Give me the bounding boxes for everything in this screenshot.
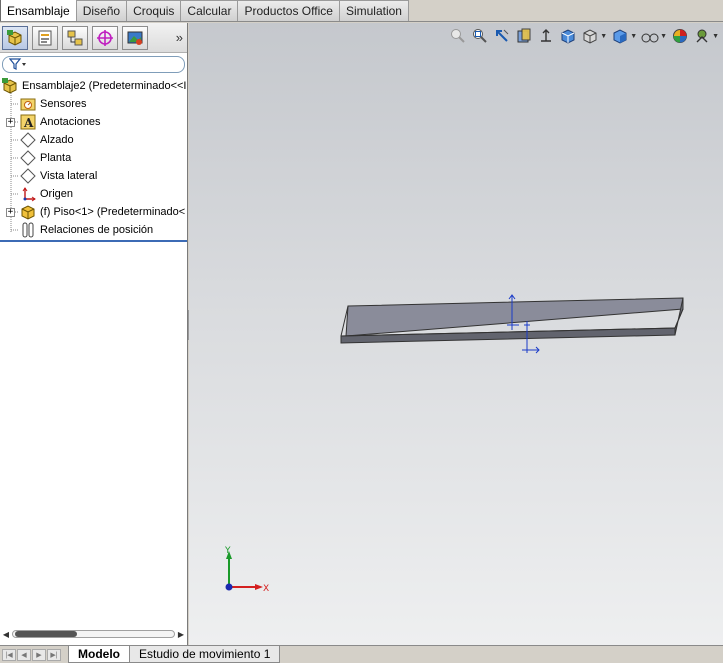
command-manager-tabs: Ensamblaje Diseño Croquis Calcular Produ… bbox=[0, 0, 723, 22]
tree-item-vista-lateral[interactable]: Vista lateral bbox=[0, 167, 187, 185]
scroll-right-icon[interactable]: ▶ bbox=[175, 630, 187, 639]
feature-tree-icon bbox=[7, 29, 22, 46]
tree-item-alzado[interactable]: Alzado bbox=[0, 131, 187, 149]
feature-manager-toolbar: » bbox=[0, 23, 187, 53]
tree-rollback-bar[interactable] bbox=[0, 240, 187, 242]
tree-filter-input[interactable] bbox=[2, 55, 185, 73]
tree-item-label: Vista lateral bbox=[40, 170, 98, 182]
reference-triad: Y X bbox=[224, 546, 269, 594]
dimxpert-icon bbox=[97, 29, 113, 46]
tab-modelo[interactable]: Modelo bbox=[68, 646, 130, 663]
scrollbar-thumb[interactable] bbox=[15, 631, 77, 637]
property-manager-tab[interactable] bbox=[32, 25, 58, 50]
assembly-icon bbox=[2, 78, 18, 94]
dimxpert-manager-tab[interactable] bbox=[92, 25, 118, 50]
scroll-left-icon[interactable]: ◀ bbox=[0, 630, 12, 639]
mates-icon bbox=[20, 222, 36, 238]
tree-item-ensamblaje2[interactable]: Ensamblaje2 (Predeterminado<<I bbox=[0, 77, 187, 95]
graphics-area[interactable]: ▼ ▼ ▼ ▼ Y X bbox=[189, 23, 723, 645]
tab-navigation: |◀ ◀ ▶ ▶| bbox=[0, 646, 68, 663]
tree-item-label: Planta bbox=[40, 152, 72, 164]
first-tab-icon[interactable]: |◀ bbox=[2, 648, 16, 661]
tab-croquis[interactable]: Croquis bbox=[126, 0, 182, 21]
tab-ensamblaje[interactable]: Ensamblaje bbox=[0, 0, 77, 21]
expand-icon[interactable]: + bbox=[6, 117, 15, 127]
feature-tree-tab[interactable] bbox=[2, 25, 28, 50]
feature-tree: Ensamblaje2 (Predeterminado<<I Sensores … bbox=[0, 75, 187, 242]
filter-row bbox=[0, 53, 187, 75]
annotations-icon: A bbox=[20, 114, 36, 130]
tree-item-label: Sensores bbox=[40, 98, 87, 110]
tree-item-label: Ensamblaje2 (Predeterminado<<I bbox=[22, 80, 187, 92]
triad-y-label: Y bbox=[224, 546, 231, 556]
tab-diseno[interactable]: Diseño bbox=[75, 0, 128, 21]
tab-simulation[interactable]: Simulation bbox=[338, 0, 409, 21]
next-tab-icon[interactable]: ▶ bbox=[32, 648, 46, 661]
more-tabs-icon[interactable]: » bbox=[176, 30, 183, 45]
plane-icon bbox=[20, 168, 36, 184]
last-tab-icon[interactable]: ▶| bbox=[47, 648, 61, 661]
tree-item-label: Relaciones de posición bbox=[40, 224, 154, 236]
tree-item-label: (f) Piso<1> (Predeterminado< bbox=[40, 206, 186, 218]
display-manager-icon bbox=[127, 31, 143, 45]
filter-icon[interactable] bbox=[9, 58, 27, 70]
tree-item-label: Origen bbox=[40, 188, 74, 200]
tab-productos-office[interactable]: Productos Office bbox=[237, 0, 340, 21]
tree-item-sensores[interactable]: Sensores bbox=[0, 95, 187, 113]
bottom-tab-bar: |◀ ◀ ▶ ▶| Modelo Estudio de movimiento 1 bbox=[0, 645, 723, 663]
tree-item-planta[interactable]: Planta bbox=[0, 149, 187, 167]
configuration-manager-icon bbox=[67, 30, 83, 45]
origin-icon bbox=[20, 186, 36, 202]
tree-item-label: Anotaciones bbox=[40, 116, 101, 128]
feature-manager-panel: » Ensamblaje2 (Predeterminado<<I Sensore… bbox=[0, 23, 188, 645]
prev-tab-icon[interactable]: ◀ bbox=[17, 648, 31, 661]
triad-x-label: X bbox=[263, 584, 269, 594]
part-icon bbox=[20, 204, 36, 220]
tree-item-piso[interactable]: + (f) Piso<1> (Predeterminado< bbox=[0, 203, 187, 221]
plane-icon bbox=[20, 150, 36, 166]
tree-item-origen[interactable]: Origen bbox=[0, 185, 187, 203]
configuration-manager-tab[interactable] bbox=[62, 25, 88, 50]
svg-text:A: A bbox=[23, 116, 34, 130]
plane-icon bbox=[20, 132, 36, 148]
scrollbar-track[interactable] bbox=[12, 630, 175, 638]
tab-calcular[interactable]: Calcular bbox=[180, 0, 239, 21]
tree-item-anotaciones[interactable]: + A Anotaciones bbox=[0, 113, 187, 131]
tab-estudio-de-movimiento[interactable]: Estudio de movimiento 1 bbox=[129, 646, 281, 663]
display-manager-tab[interactable] bbox=[122, 25, 148, 50]
expand-icon[interactable]: + bbox=[6, 207, 15, 217]
tree-item-label: Alzado bbox=[40, 134, 74, 146]
sensor-folder-icon bbox=[20, 96, 36, 112]
tree-item-relaciones-de-posicion[interactable]: Relaciones de posición bbox=[0, 221, 187, 239]
property-manager-icon bbox=[38, 30, 52, 45]
horizontal-scrollbar[interactable]: ◀ ▶ bbox=[0, 627, 187, 641]
